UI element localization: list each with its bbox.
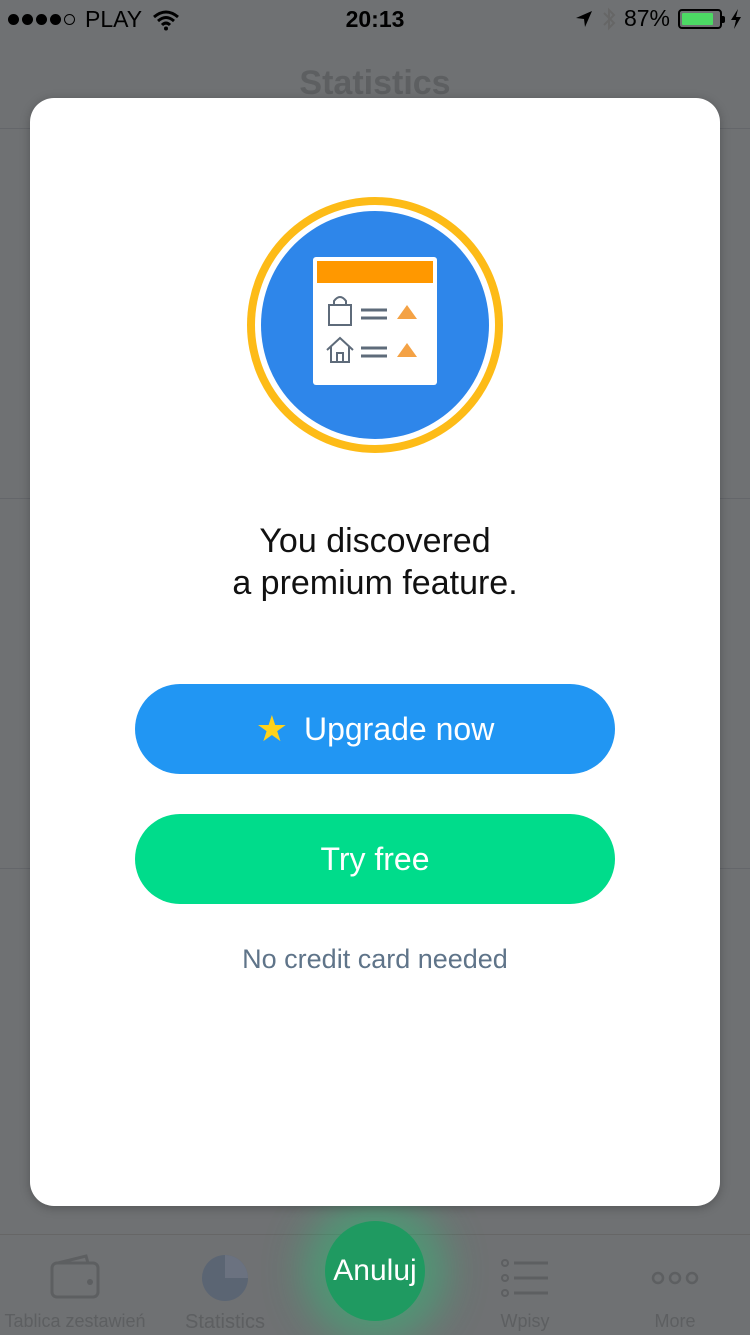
headline-line-1: You discovered	[259, 522, 491, 560]
tab-label: Tablica zestawień	[4, 1311, 146, 1331]
upgrade-label: Upgrade now	[303, 710, 495, 747]
pie-chart-icon	[202, 1255, 248, 1301]
tab-entries[interactable]: Wpisy	[450, 1235, 600, 1335]
headline-line-2: a premium feature.	[232, 564, 518, 602]
battery-icon	[678, 8, 725, 29]
upgrade-now-button[interactable]: ★ Upgrade now	[135, 684, 615, 774]
bluetooth-icon	[603, 7, 616, 30]
tab-label: Statistics	[184, 1311, 266, 1333]
status-right: 87%	[574, 5, 742, 32]
cancel-button[interactable]: Anuluj	[325, 1221, 425, 1321]
no-credit-card-note: No credit card needed	[242, 944, 508, 974]
premium-feature-modal: You discovered a premium feature. ★ Upgr…	[30, 98, 720, 1206]
premium-feature-report-icon	[247, 197, 503, 453]
tab-label: More	[654, 1311, 696, 1331]
try-free-button[interactable]: Try free	[135, 814, 615, 904]
list-icon	[501, 1259, 548, 1297]
modal-headline: You discovered a premium feature.	[30, 520, 720, 604]
tab-dashboard[interactable]: Tablica zestawień	[0, 1235, 150, 1335]
status-bar: PLAY 20:13 87%	[0, 0, 750, 40]
tab-label: Wpisy	[500, 1311, 550, 1331]
tab-more[interactable]: More	[600, 1235, 750, 1335]
try-free-label: Try free	[320, 840, 430, 877]
charging-bolt-icon	[731, 8, 741, 29]
more-dots-icon	[651, 1271, 699, 1285]
battery-percent: 87%	[623, 5, 670, 31]
star-icon: ★	[255, 708, 288, 749]
tab-statistics[interactable]: Statistics	[150, 1235, 300, 1335]
battery-fill	[682, 12, 714, 25]
location-arrow-icon	[575, 10, 592, 27]
wallet-icon	[50, 1254, 100, 1299]
